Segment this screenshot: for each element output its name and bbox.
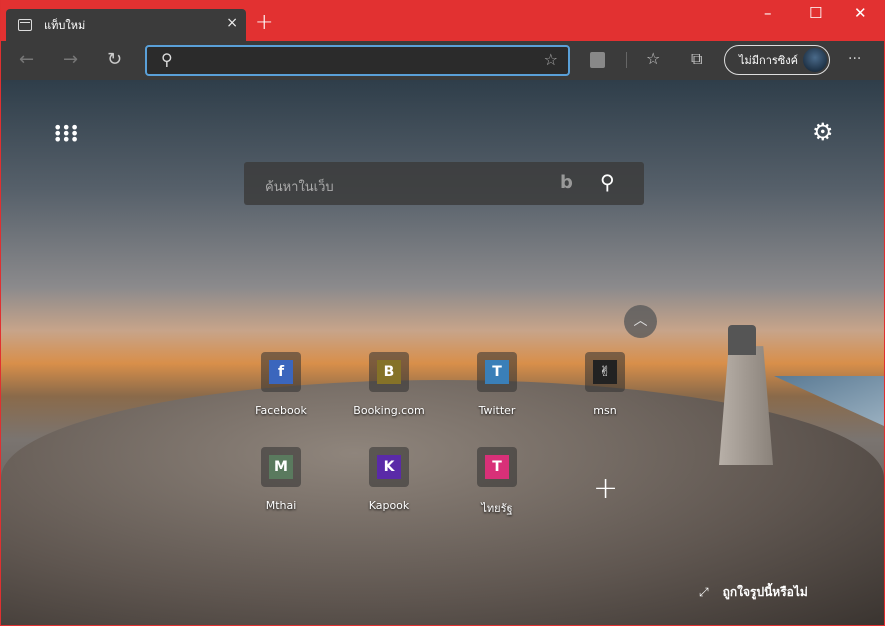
tile-label: Twitter xyxy=(478,404,516,417)
expand-icon[interactable]: ⤢ xyxy=(699,585,709,599)
top-site-tile[interactable]: ✌ msn xyxy=(555,352,655,417)
search-icon: ⚲ xyxy=(161,50,173,69)
divider xyxy=(626,52,627,68)
apps-grid-icon[interactable]: ••• ••• ••• xyxy=(53,120,79,148)
sync-label: ไม่มีการซิงค์ xyxy=(739,54,798,67)
site-logo-icon: T xyxy=(485,360,509,384)
web-search-box[interactable]: ค้นหาในเว็บ b ⚲ xyxy=(244,162,644,205)
tile-icon-box: T xyxy=(477,352,517,392)
tile-label: Mthai xyxy=(265,499,297,512)
site-logo-icon: T xyxy=(485,455,509,479)
bing-icon: b xyxy=(560,172,573,193)
top-site-tile[interactable]: T Twitter xyxy=(447,352,547,417)
gear-icon[interactable]: ⚙ xyxy=(812,118,834,146)
tile-icon-box: T xyxy=(477,447,517,487)
tile-icon-box: K xyxy=(369,447,409,487)
like-image-prompt[interactable]: ⤢ ถูกใจรูปนี้หรือไม่ xyxy=(699,583,808,602)
top-site-tile[interactable]: f Facebook xyxy=(231,352,331,417)
favorites-icon[interactable]: ☆ xyxy=(646,49,660,68)
site-logo-icon: f xyxy=(269,360,293,384)
add-favorite-star-icon[interactable]: ☆ xyxy=(544,50,558,69)
search-input[interactable]: ค้นหาในเว็บ xyxy=(265,176,334,197)
collapse-chevron-up-icon[interactable]: ︿ xyxy=(624,305,657,338)
minimize-button[interactable]: – xyxy=(764,4,772,22)
site-logo-icon: K xyxy=(377,455,401,479)
refresh-button[interactable]: ↻ xyxy=(107,49,122,70)
tile-label: Booking.com xyxy=(353,404,425,417)
new-tab-button[interactable]: + xyxy=(255,10,273,35)
more-menu-button[interactable]: ··· xyxy=(848,51,861,67)
toolbar: ← → ↻ ⚲ ☆ ☆ ⧉ ไม่มีการซิงค์ ··· xyxy=(1,41,884,80)
close-window-button[interactable]: ✕ xyxy=(854,4,867,22)
tile-label: ไทยรัฐ xyxy=(481,502,513,515)
top-site-tile[interactable]: K Kapook xyxy=(339,447,439,512)
new-tab-page: ••• ••• ••• ⚙ ค้นหาในเว็บ b ⚲ ︿ f Facebook B… xyxy=(1,80,884,625)
page-icon xyxy=(18,19,32,31)
browser-window: แท็บใหม่ × + – ☐ ✕ ← → ↻ ⚲ ☆ ☆ ⧉ ไม่มีกา… xyxy=(1,0,884,625)
tab-close-icon[interactable]: × xyxy=(226,15,238,31)
title-bar: แท็บใหม่ × + – ☐ ✕ xyxy=(1,0,884,41)
tile-label: Kapook xyxy=(368,499,410,512)
tile-icon-box: f xyxy=(261,352,301,392)
site-logo-icon: ✌ xyxy=(593,360,617,384)
tile-icon-box: M xyxy=(261,447,301,487)
top-site-tile[interactable]: B Booking.com xyxy=(339,352,439,417)
top-site-tile[interactable]: M Mthai xyxy=(231,447,331,512)
back-button[interactable]: ← xyxy=(19,49,34,70)
avatar xyxy=(803,48,827,72)
site-logo-icon: B xyxy=(377,360,401,384)
address-bar[interactable]: ⚲ ☆ xyxy=(145,45,570,76)
tile-icon-box: B xyxy=(369,352,409,392)
profile-sync-button[interactable]: ไม่มีการซิงค์ xyxy=(724,45,830,75)
maximize-button[interactable]: ☐ xyxy=(809,4,822,22)
search-icon[interactable]: ⚲ xyxy=(600,170,615,194)
like-text: ถูกใจรูปนี้หรือไม่ xyxy=(722,585,808,599)
tile-label: msn xyxy=(593,404,617,417)
tile-label: Facebook xyxy=(255,404,307,417)
add-site-button[interactable]: + xyxy=(593,471,618,506)
forward-button[interactable]: → xyxy=(63,49,78,70)
tile-icon-box: ✌ xyxy=(585,352,625,392)
collections-icon[interactable]: ⧉ xyxy=(691,49,702,69)
background-lighthouse-top xyxy=(728,325,756,355)
extension-icon[interactable] xyxy=(590,52,605,68)
site-logo-icon: M xyxy=(269,455,293,479)
tab-title: แท็บใหม่ xyxy=(44,19,86,32)
tab-new-tab[interactable]: แท็บใหม่ × xyxy=(6,9,246,41)
top-site-tile[interactable]: T ไทยรัฐ xyxy=(447,447,547,517)
